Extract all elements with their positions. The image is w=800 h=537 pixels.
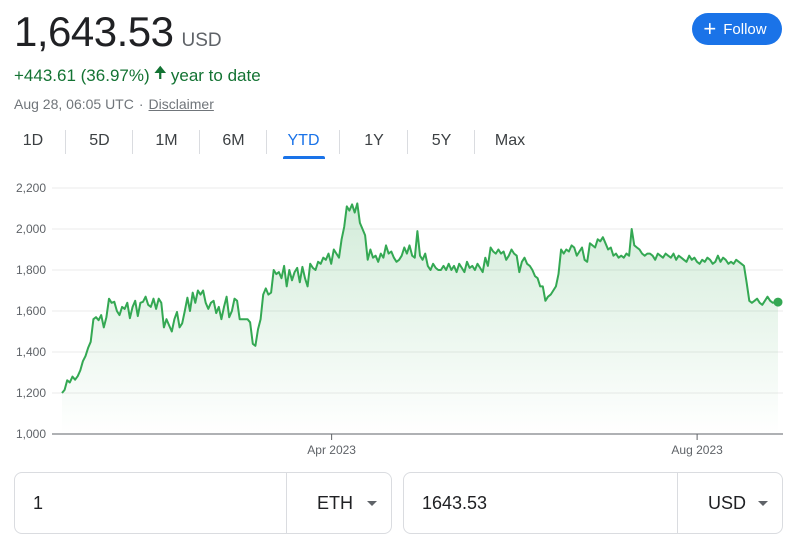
- price-chart[interactable]: 1,000 1,200 1,400 1,600 1,800 2,000 2,200 Apr …: [0, 170, 800, 465]
- disclaimer-link[interactable]: Disclaimer: [149, 96, 214, 112]
- price-header: 1,643.53 USD: [14, 8, 222, 56]
- price-change-row: +443.61 (36.97%) 🠉 year to date: [14, 62, 261, 89]
- y-tick-label: 1,400: [16, 345, 46, 359]
- from-currency-label: ETH: [317, 492, 353, 513]
- y-tick-label: 1,800: [16, 263, 46, 277]
- price-meta: Aug 28, 06:05 UTC · Disclaimer: [14, 96, 214, 112]
- tab-1y[interactable]: 1Y: [340, 124, 408, 158]
- x-tick-label: Aug 2023: [671, 443, 723, 457]
- tab-5d[interactable]: 5D: [66, 124, 133, 158]
- tab-ytd[interactable]: YTD: [267, 124, 340, 158]
- to-amount-input[interactable]: 1643.53: [404, 493, 677, 514]
- change-period: year to date: [170, 65, 261, 85]
- price-change: +443.61 (36.97%): [14, 65, 150, 85]
- range-tabs: 1D 5D 1M 6M YTD 1Y 5Y Max: [0, 124, 545, 158]
- price-area: [62, 203, 778, 434]
- plus-icon: +: [703, 16, 717, 41]
- tab-1m[interactable]: 1M: [133, 124, 200, 158]
- y-tick-label: 1,000: [16, 427, 46, 441]
- to-currency-label: USD: [708, 492, 747, 513]
- current-price: 1,643.53: [14, 8, 174, 55]
- tab-6m[interactable]: 6M: [200, 124, 267, 158]
- tab-max[interactable]: Max: [475, 124, 545, 158]
- from-currency-select[interactable]: ETH: [286, 473, 391, 533]
- y-tick-label: 1,600: [16, 304, 46, 318]
- chevron-down-icon: [758, 500, 768, 506]
- to-currency-select[interactable]: USD: [677, 473, 782, 533]
- tab-5y[interactable]: 5Y: [408, 124, 475, 158]
- y-axis: 1,000 1,200 1,400 1,600 1,800 2,000 2,200: [16, 181, 46, 441]
- y-tick-label: 2,000: [16, 222, 46, 236]
- converter-from: 1 ETH: [14, 472, 392, 534]
- series-end-point: [773, 297, 783, 307]
- follow-label: Follow: [723, 20, 767, 38]
- y-tick-label: 1,200: [16, 386, 46, 400]
- x-axis: Apr 2023 Aug 2023: [307, 434, 723, 457]
- timestamp: Aug 28, 06:05 UTC: [14, 96, 134, 112]
- y-tick-label: 2,200: [16, 181, 46, 195]
- converter-to: 1643.53 USD: [403, 472, 783, 534]
- tab-1d[interactable]: 1D: [0, 124, 66, 158]
- chevron-down-icon: [367, 500, 377, 506]
- arrow-up-icon: 🠉: [153, 65, 167, 82]
- meta-separator: ·: [138, 96, 144, 112]
- follow-button[interactable]: + Follow: [692, 13, 782, 45]
- price-currency: USD: [181, 30, 222, 51]
- x-tick-label: Apr 2023: [307, 443, 356, 457]
- from-amount-input[interactable]: 1: [15, 493, 286, 514]
